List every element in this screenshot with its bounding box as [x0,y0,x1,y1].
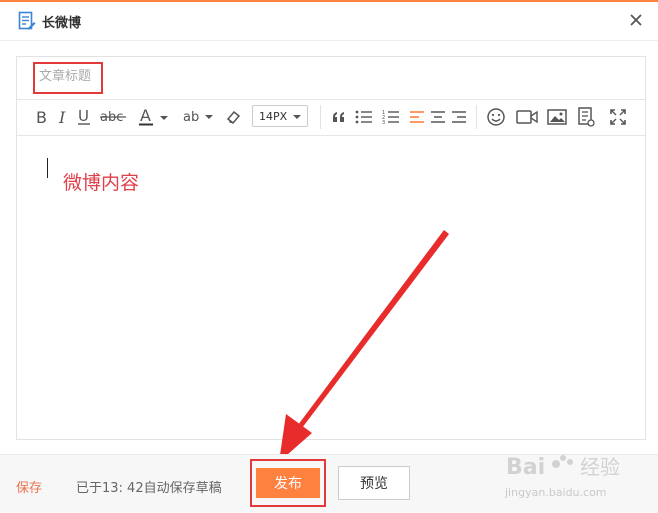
toolbar-divider [476,105,477,129]
font-size-value: 14PX [259,110,288,123]
fullscreen-icon[interactable] [609,106,627,128]
document-edit-icon [18,11,36,31]
article-body-text: 微博内容 [63,172,140,194]
article-icon[interactable] [576,106,596,128]
align-center-icon[interactable] [430,106,446,128]
save-link[interactable]: 保存 [16,477,42,496]
bold-icon[interactable]: B [33,106,51,128]
publish-button[interactable]: 发布 [256,468,320,498]
text-cursor [47,158,48,178]
ordered-list-icon[interactable]: 123 [382,106,400,128]
dialog-titlebar: 长微博 [0,2,658,41]
quote-icon[interactable] [331,106,347,128]
watermark-url: jingyan.baidu.com [505,486,607,499]
font-color-icon[interactable]: A [137,106,173,128]
rich-text-editor: B I U abc A ab 14PX 123 [16,56,646,440]
dialog-title: 长微博 [42,16,82,31]
align-right-icon[interactable] [451,106,467,128]
font-size-select[interactable]: 14PX [252,105,308,127]
eraser-icon[interactable] [224,106,242,128]
editor-toolbar: B I U abc A ab 14PX 123 [17,99,645,136]
svg-text:U: U [78,108,89,125]
title-highlight-box [33,62,103,94]
title-input-row [17,57,645,100]
autosave-status: 已于13: 42自动保存草稿 [76,481,222,496]
strikethrough-icon[interactable]: abc [99,106,127,128]
underline-icon[interactable]: U [75,106,93,128]
editor-content-area[interactable]: 微博内容 [17,136,645,438]
svg-text:I: I [58,109,66,125]
publish-highlight-box: 发布 [250,459,326,507]
svg-text:A: A [140,108,151,125]
unordered-list-icon[interactable] [355,106,373,128]
svg-text:3: 3 [382,120,385,124]
article-title-input[interactable] [39,69,99,84]
chevron-down-icon [293,115,301,119]
preview-button[interactable]: 预览 [338,466,410,500]
close-icon[interactable] [626,10,646,30]
italic-icon[interactable]: I [55,106,71,128]
image-icon[interactable] [546,106,568,128]
highlight-icon[interactable]: ab [183,106,217,128]
svg-text:B: B [36,109,47,125]
toolbar-divider [320,105,321,129]
video-icon[interactable] [515,106,539,128]
svg-text:ab: ab [183,110,199,125]
align-left-icon[interactable] [409,106,425,128]
dialog-footer: 保存 已于13: 42自动保存草稿 发布 预览 [0,454,658,513]
emoji-icon[interactable] [485,106,507,128]
